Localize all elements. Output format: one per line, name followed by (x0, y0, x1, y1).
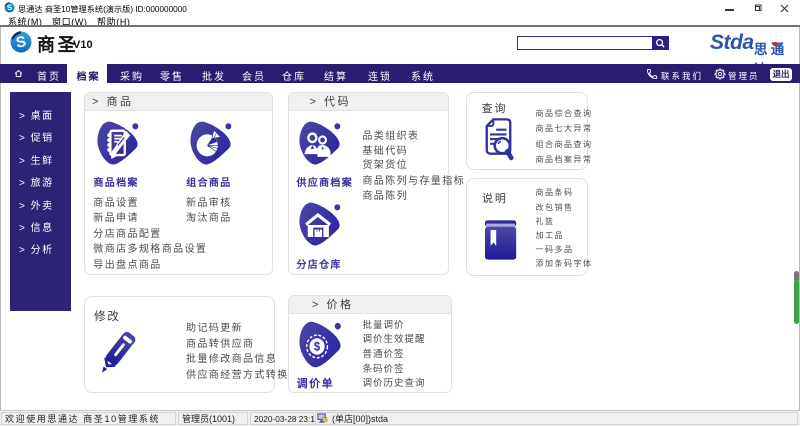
svg-text:$: $ (314, 340, 321, 354)
